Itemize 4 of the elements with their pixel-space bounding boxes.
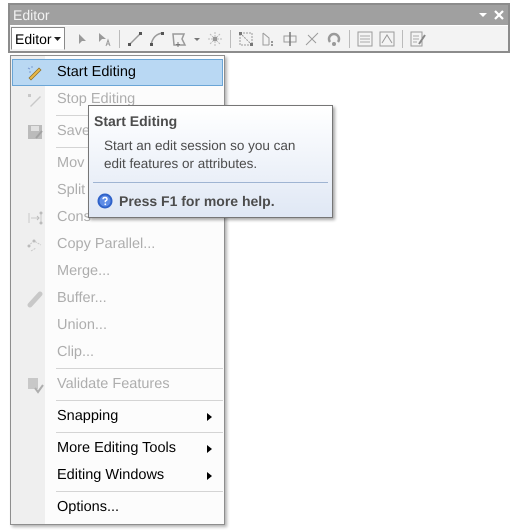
help-text: Press F1 for more help.	[119, 193, 275, 209]
window-title: Editor	[13, 7, 51, 23]
tooltip-title: Start Editing	[93, 113, 178, 129]
tooltip-text: Start an edit session so you can edit features or attributes.	[103, 137, 296, 173]
